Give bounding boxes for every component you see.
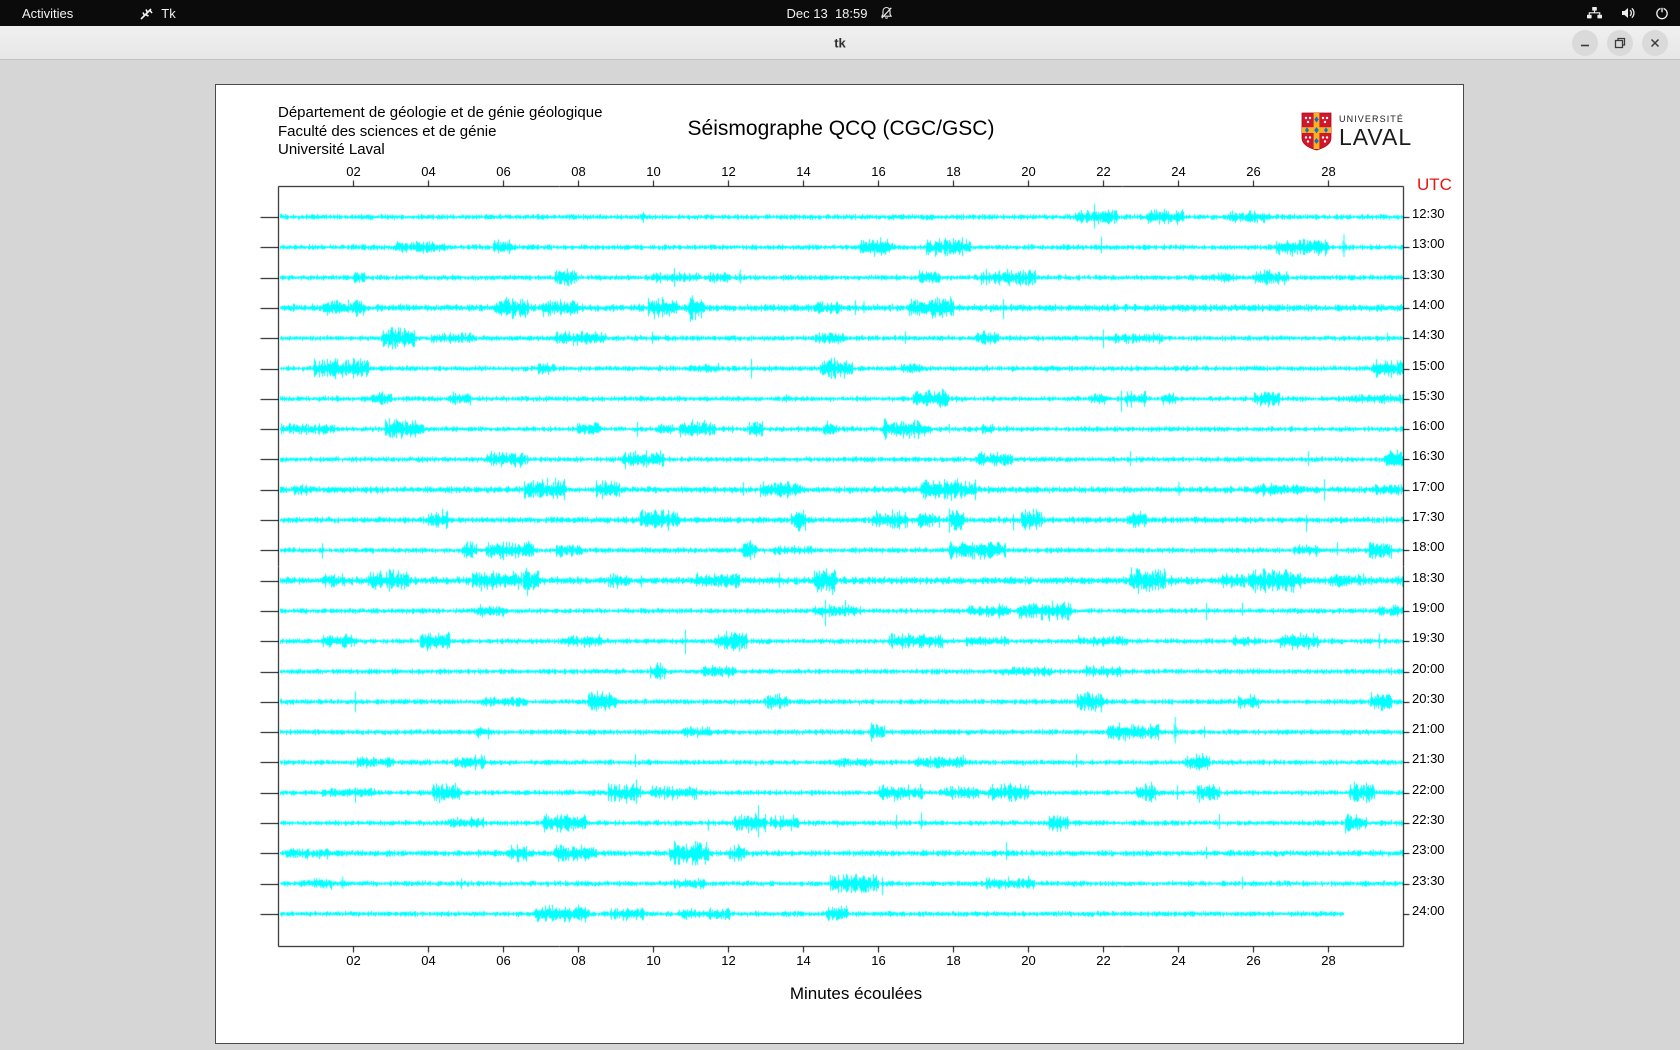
utc-time-label: 17:30 — [1412, 509, 1445, 524]
x-tick-label-bottom: 02 — [346, 953, 361, 968]
x-tick-label-top: 22 — [1096, 164, 1111, 179]
activities-button[interactable]: Activities — [10, 0, 85, 26]
x-tick-label-top: 18 — [946, 164, 961, 179]
network-icon — [1586, 5, 1603, 21]
x-tick-label-top: 10 — [646, 164, 661, 179]
focused-app-menu[interactable]: Tk — [127, 0, 187, 26]
x-tick-label-bottom: 28 — [1321, 953, 1336, 968]
org-line-3: Université Laval — [278, 141, 385, 159]
utc-time-label: 16:00 — [1412, 418, 1445, 434]
restore-icon — [1614, 37, 1626, 49]
system-status-area[interactable] — [1586, 5, 1670, 21]
utc-time-label: 13:30 — [1412, 266, 1445, 282]
gnome-top-bar: Activities Tk Dec 13 18:59 — [0, 0, 1680, 26]
utc-time-label: 22:00 — [1412, 781, 1445, 797]
close-icon — [1650, 38, 1660, 48]
x-tick-label-bottom: 10 — [646, 953, 661, 968]
x-tick-label-top: 24 — [1171, 164, 1186, 179]
x-axis-title: Minutes écoulées — [789, 984, 923, 1003]
clock-button[interactable]: Dec 13 18:59 — [787, 6, 894, 21]
utc-time-label: 18:00 — [1412, 539, 1445, 555]
seismograph-window: Département de géologie et de génie géol… — [215, 84, 1465, 1045]
utc-time-label: 24:00 — [1412, 902, 1445, 918]
maximize-button[interactable] — [1607, 30, 1633, 56]
x-tick-label-top: 12 — [721, 164, 736, 179]
minimize-icon — [1581, 44, 1589, 47]
utc-time-label: 21:00 — [1412, 721, 1445, 737]
utc-time-label: 17:00 — [1412, 478, 1445, 494]
laval-crest-icon — [1301, 112, 1332, 151]
bell-muted-icon — [879, 6, 893, 20]
utc-time-label: 15:00 — [1412, 357, 1445, 373]
clock-date: Dec 13 — [786, 5, 828, 21]
utc-time-label: 23:00 — [1412, 842, 1445, 858]
utc-time-label: 15:30 — [1412, 387, 1445, 403]
x-tick-label-top: 28 — [1321, 164, 1336, 179]
close-button[interactable] — [1642, 30, 1668, 56]
clock-time: 18:59 — [834, 5, 868, 21]
volume-icon — [1620, 5, 1637, 21]
x-tick-label-top: 08 — [571, 164, 586, 179]
desktop: Activities Tk Dec 13 18:59 tk Départemen… — [0, 0, 1680, 1050]
activities-label: Activities — [22, 5, 74, 21]
power-icon — [1654, 5, 1670, 21]
x-tick-label-bottom: 18 — [946, 953, 961, 968]
x-tick-label-bottom: 20 — [1021, 953, 1036, 968]
x-tick-label-bottom: 08 — [571, 953, 586, 968]
x-tick-label-bottom: 12 — [721, 953, 736, 968]
window-title: tk — [834, 35, 846, 50]
x-tick-label-bottom: 26 — [1246, 953, 1261, 968]
org-line-2: Faculté des sciences et de génie — [278, 122, 497, 140]
x-tick-label-top: 20 — [1021, 164, 1036, 179]
utc-axis-label: UTC — [1417, 175, 1452, 194]
x-tick-label-bottom: 06 — [496, 953, 511, 968]
minimize-button[interactable] — [1572, 30, 1598, 56]
x-tick-label-top: 02 — [346, 164, 361, 179]
x-tick-label-bottom: 04 — [421, 953, 436, 968]
x-tick-label-bottom: 14 — [796, 953, 811, 968]
utc-time-label: 13:00 — [1412, 236, 1445, 252]
x-tick-label-top: 06 — [496, 164, 511, 179]
x-tick-label-bottom: 24 — [1171, 953, 1186, 968]
x-tick-label-top: 26 — [1246, 164, 1261, 179]
app-name-label: Tk — [161, 5, 176, 21]
utc-time-label: 14:30 — [1412, 327, 1445, 343]
window-titlebar[interactable]: tk — [0, 26, 1680, 60]
utc-time-label: 12:30 — [1412, 206, 1445, 221]
x-tick-label-top: 14 — [796, 164, 811, 179]
utc-time-label: 21:30 — [1412, 751, 1445, 767]
x-tick-label-top: 04 — [421, 164, 436, 179]
utc-time-label: 20:30 — [1412, 690, 1445, 706]
utc-time-label: 19:00 — [1412, 599, 1445, 615]
utc-time-label: 23:30 — [1412, 872, 1445, 888]
chart-title: Séismographe QCQ (CGC/GSC) — [687, 117, 995, 140]
logo-universite-text: UNIVERSITÉ — [1339, 114, 1405, 124]
organization-block: Département de géologie et de génie géol… — [278, 104, 602, 160]
x-tick-label-bottom: 22 — [1096, 953, 1111, 968]
utc-time-label: 19:30 — [1412, 630, 1445, 646]
utc-time-label: 22:30 — [1412, 812, 1445, 827]
utc-time-label: 18:30 — [1412, 569, 1445, 585]
org-line-1: Département de géologie et de génie géol… — [278, 104, 603, 121]
utc-time-label: 16:30 — [1412, 448, 1445, 464]
utc-time-label: 20:00 — [1412, 660, 1445, 676]
seismograph-plot — [216, 85, 1465, 1045]
universite-laval-logo: UNIVERSITÉ LAVAL — [1301, 112, 1412, 151]
x-tick-label-top: 16 — [871, 164, 886, 179]
logo-laval-text: LAVAL — [1339, 124, 1413, 150]
tk-icon — [139, 6, 154, 21]
utc-time-label: 14:00 — [1412, 296, 1445, 312]
x-tick-label-bottom: 16 — [871, 953, 886, 968]
